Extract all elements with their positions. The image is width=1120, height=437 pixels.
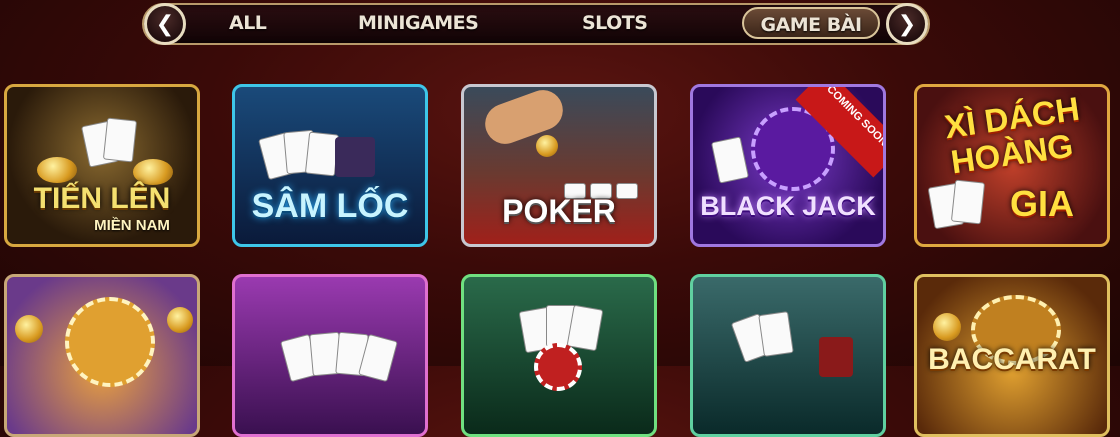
game-card-black-jack[interactable]: COMING SOON BLACK JACK [690, 84, 886, 247]
playing-card-image [304, 131, 340, 177]
game-subtitle: MIỀN NAM [94, 217, 170, 234]
game-card-8[interactable] [461, 274, 657, 437]
chevron-left-icon: ❮ [155, 11, 175, 37]
chip-stack-image [335, 137, 375, 177]
gold-coin-image [933, 313, 961, 341]
gold-coin-image [167, 307, 193, 333]
game-card-6[interactable] [4, 274, 200, 437]
tab-all[interactable]: ALL [229, 10, 267, 36]
game-title: BACCARAT [928, 343, 1096, 376]
chevron-right-icon: ❯ [897, 11, 917, 37]
chip-image [534, 343, 582, 391]
tab-slots[interactable]: SLOTS [582, 10, 648, 36]
playing-card-image [710, 136, 750, 184]
game-title: BLACK JACK [700, 191, 876, 221]
game-card-sam-loc[interactable]: SÂM LỐC [232, 84, 428, 247]
game-card-poker[interactable]: POKER [461, 84, 657, 247]
tab-minigames[interactable]: MINIGAMES [358, 10, 479, 36]
game-title: TIẾN LÊN [33, 182, 171, 215]
tab-game-bai[interactable]: GAME BÀI [742, 7, 880, 39]
chip-image [536, 135, 558, 157]
game-title-line3: GIA [1009, 183, 1074, 224]
playing-card-image [102, 117, 138, 163]
game-title: POKER [502, 193, 616, 229]
gold-coin-image [15, 315, 43, 343]
game-title: SÂM LỐC [251, 187, 409, 225]
nav-next-button[interactable]: ❯ [886, 3, 928, 45]
game-card-9[interactable] [690, 274, 886, 437]
game-card-tien-len[interactable]: TIẾN LÊN MIỀN NAM [4, 84, 200, 247]
playing-card-image [566, 304, 604, 352]
game-card-baccarat[interactable]: BACCARAT [914, 274, 1110, 437]
chip-stack-image [819, 337, 853, 377]
game-card-xi-dach-hoang-gia[interactable]: XÌ DÁCH HOÀNG GIA [914, 84, 1110, 247]
gold-coins-image [37, 157, 77, 183]
nav-prev-button[interactable]: ❮ [144, 3, 186, 45]
playing-card-image [758, 311, 794, 357]
gold-chip-image [65, 297, 155, 387]
game-card-7[interactable] [232, 274, 428, 437]
